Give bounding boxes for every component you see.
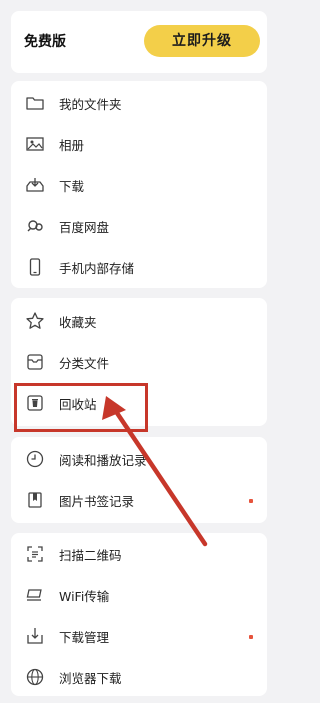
menu-item-browser-downloads[interactable]: 浏览器下载 — [11, 657, 267, 697]
clock-icon — [25, 449, 45, 469]
menu-item-favorites[interactable]: 收藏夹 — [11, 301, 267, 341]
menu-item-my-folder[interactable]: 我的文件夹 — [11, 83, 267, 123]
bookmark-icon — [25, 490, 45, 510]
menu-item-label: 手机内部存储 — [59, 261, 135, 276]
menu-item-wifi-transfer[interactable]: WiFi传输 — [11, 575, 267, 615]
download-manager-icon — [25, 626, 45, 646]
recycle-bin-highlight — [14, 383, 148, 432]
wifi-transfer-icon — [25, 585, 45, 605]
new-badge-dot — [249, 499, 253, 503]
menu-item-label: 我的文件夹 — [59, 97, 122, 112]
menu-item-reading-history[interactable]: 阅读和播放记录 — [11, 439, 267, 479]
download-tray-icon — [25, 175, 45, 195]
menu-item-label: 收藏夹 — [59, 315, 97, 330]
menu-item-label: 图片书签记录 — [59, 494, 135, 509]
star-icon — [25, 311, 45, 331]
menu-item-label: WiFi传输 — [59, 589, 110, 604]
menu-item-label: 下载 — [59, 179, 85, 194]
album-icon — [25, 134, 45, 154]
menu-item-label: 下载管理 — [59, 630, 110, 645]
menu-item-categorized-files[interactable]: 分类文件 — [11, 342, 267, 382]
globe-icon — [25, 667, 45, 687]
history-group: 阅读和播放记录 图片书签记录 — [11, 437, 267, 523]
menu-item-album[interactable]: 相册 — [11, 124, 267, 164]
menu-item-phone-storage[interactable]: 手机内部存储 — [11, 247, 267, 287]
tools-group: 扫描二维码 WiFi传输 下载管理 浏览器下载 — [11, 533, 267, 696]
menu-item-scan-qr[interactable]: 扫描二维码 — [11, 534, 267, 574]
plan-label: 免费版 — [24, 34, 66, 50]
menu-item-label: 浏览器下载 — [59, 671, 122, 686]
menu-item-label: 阅读和播放记录 — [59, 453, 147, 468]
menu-item-label: 分类文件 — [59, 356, 110, 371]
upgrade-button[interactable]: 立即升级 — [144, 25, 260, 57]
menu-item-label: 百度网盘 — [59, 220, 110, 235]
folder-icon — [25, 93, 45, 113]
menu-item-image-bookmarks[interactable]: 图片书签记录 — [11, 480, 267, 520]
menu-item-downloads[interactable]: 下载 — [11, 165, 267, 205]
menu-item-baidu-netdisk[interactable]: 百度网盘 — [11, 206, 267, 246]
baidu-netdisk-icon — [25, 216, 45, 236]
archive-icon — [25, 352, 45, 372]
phone-storage-icon — [25, 257, 45, 277]
new-badge-dot — [249, 635, 253, 639]
menu-item-download-manager[interactable]: 下载管理 — [11, 616, 267, 656]
storage-group: 我的文件夹 相册 下载 百度网盘 手机内部存储 — [11, 81, 267, 288]
scan-icon — [25, 544, 45, 564]
plan-card: 免费版 立即升级 — [11, 11, 267, 73]
menu-item-label: 相册 — [59, 138, 85, 153]
menu-item-label: 扫描二维码 — [59, 548, 122, 563]
